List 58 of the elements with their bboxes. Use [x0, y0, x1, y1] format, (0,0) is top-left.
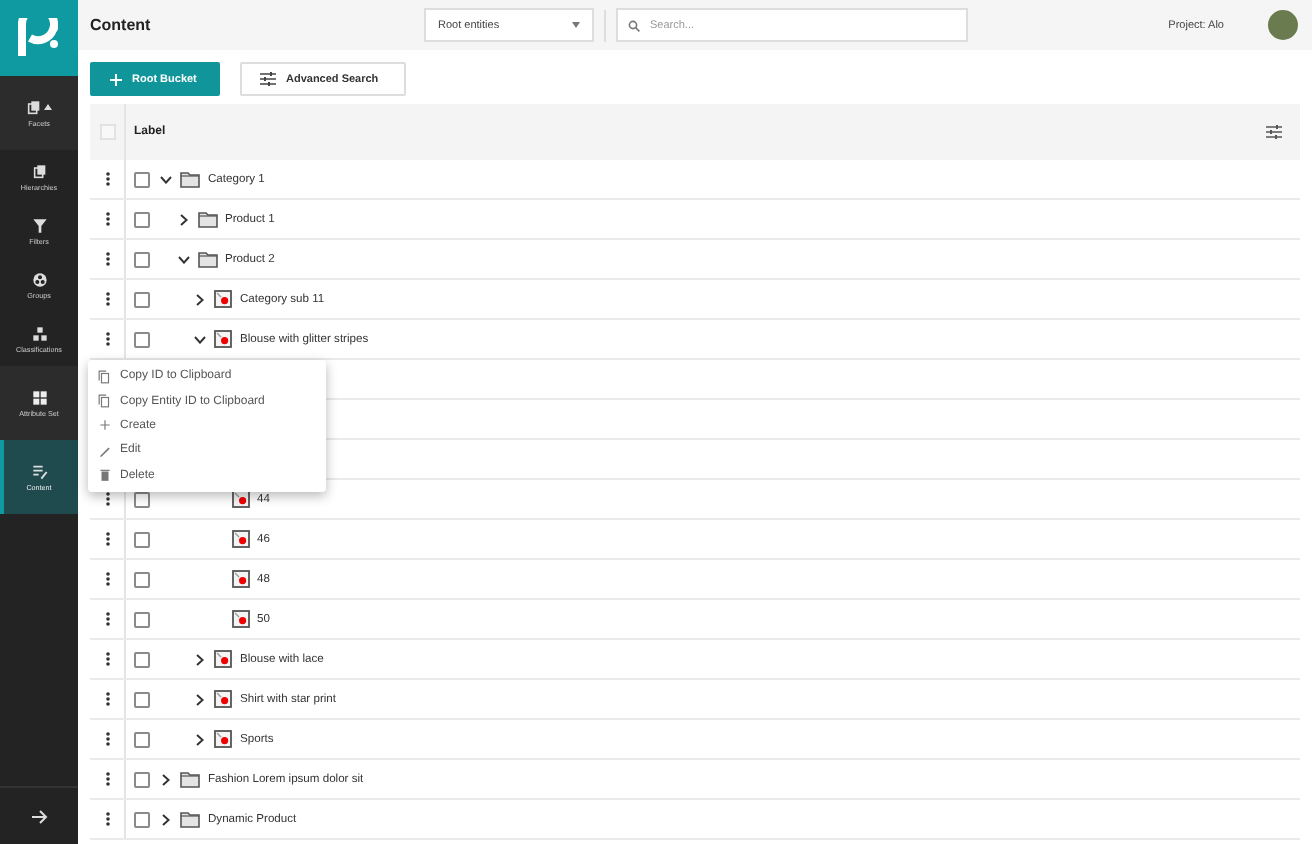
plus-icon — [98, 418, 112, 433]
row-checkbox[interactable] — [134, 571, 150, 587]
folder-icon — [180, 171, 200, 187]
search-icon — [628, 19, 640, 31]
caret-icon — [44, 104, 52, 110]
row-checkbox[interactable] — [134, 251, 150, 267]
funnel-icon — [31, 217, 47, 233]
row-checkbox[interactable] — [134, 611, 150, 627]
chevron-icon[interactable] — [175, 211, 191, 227]
row-checkbox[interactable] — [134, 531, 150, 547]
chevron-icon[interactable] — [158, 811, 174, 827]
stack-icon — [31, 163, 47, 179]
chevron-icon[interactable] — [192, 691, 208, 707]
folder-icon — [197, 211, 217, 227]
chevron-icon[interactable] — [158, 771, 174, 787]
page-title: Content — [90, 16, 153, 34]
chevron-icon[interactable] — [192, 731, 208, 747]
arrow-right-icon[interactable] — [31, 809, 47, 823]
folder-icon — [197, 251, 217, 267]
row-checkbox[interactable] — [134, 651, 150, 667]
product-icon — [214, 289, 232, 307]
folder-icon — [180, 811, 200, 827]
row-checkbox[interactable] — [134, 811, 150, 827]
blocks-icon — [31, 325, 47, 341]
row-checkbox[interactable] — [134, 211, 150, 227]
avatar[interactable] — [1268, 10, 1298, 40]
row-checkbox[interactable] — [134, 291, 150, 307]
sliders-icon[interactable] — [1266, 124, 1282, 140]
row-checkbox[interactable] — [134, 731, 150, 747]
pencil-icon — [98, 443, 112, 458]
product-icon — [231, 529, 249, 547]
product-icon — [231, 569, 249, 587]
row-checkbox[interactable] — [134, 171, 150, 187]
grid-icon — [31, 389, 47, 405]
folder-icon — [180, 771, 200, 787]
stack-icon — [26, 99, 42, 115]
product-icon — [214, 689, 232, 707]
circles-icon — [31, 271, 47, 287]
chevron-icon[interactable] — [158, 171, 174, 187]
trash-icon — [98, 468, 112, 483]
copy-icon — [98, 394, 112, 409]
chevron-icon[interactable] — [192, 291, 208, 307]
chevron-icon[interactable] — [192, 331, 208, 347]
row-checkbox[interactable] — [134, 771, 150, 787]
product-icon — [231, 609, 249, 627]
product-icon — [214, 329, 232, 347]
copy-icon — [98, 369, 112, 384]
row-checkbox[interactable] — [134, 331, 150, 347]
row-checkbox[interactable] — [134, 691, 150, 707]
product-icon — [214, 649, 232, 667]
caret-icon — [572, 22, 580, 28]
plus-icon — [110, 73, 122, 85]
chevron-icon[interactable] — [175, 251, 191, 267]
sliders-icon — [260, 72, 276, 86]
logo-icon — [17, 18, 61, 58]
product-icon — [214, 729, 232, 747]
chevron-icon[interactable] — [192, 651, 208, 667]
pencil-list-icon — [31, 463, 47, 479]
